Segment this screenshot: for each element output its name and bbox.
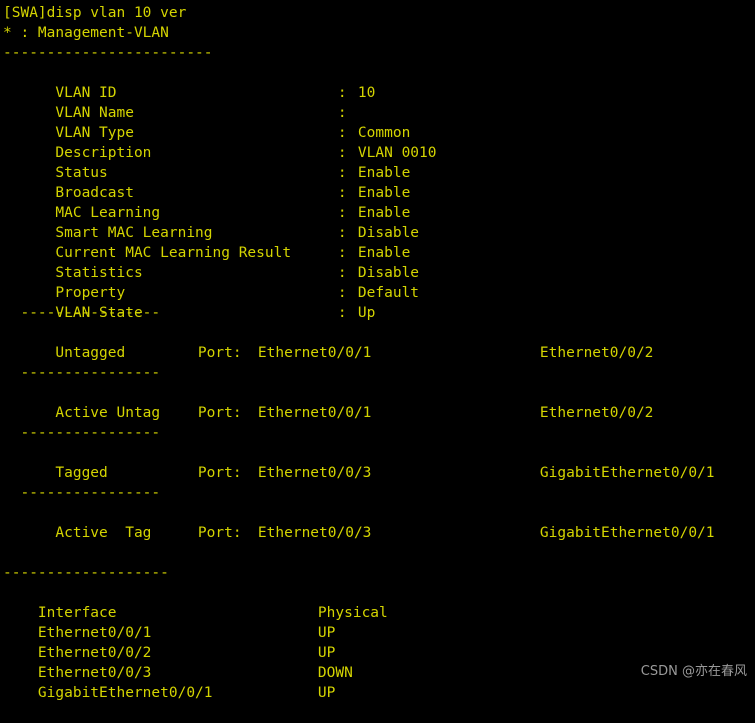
- tagged-ports-row: Tagged Port: Ethernet0/0/3 GigabitEthernet0…: [0, 443, 755, 481]
- vlan-property-separator: :: [337, 205, 347, 221]
- interface-table-header: Interface Physical: [0, 583, 755, 621]
- port-entry: Ethernet0/0/3: [257, 465, 372, 481]
- port-tag-label: Port:: [197, 525, 242, 541]
- active-untagged-ports-row: Active Untag Port: Ethernet0/0/1 Ethernet0/…: [0, 383, 755, 421]
- vlan-property-separator: :: [337, 225, 347, 241]
- interface-physical-state: UP: [317, 685, 336, 701]
- vlan-property-key: Current MAC Learning Result: [37, 245, 292, 261]
- vlan-property-value: Enable: [357, 205, 411, 221]
- port-tag-label: Port:: [197, 345, 242, 361]
- port-entry: Ethernet0/0/2: [539, 345, 654, 361]
- active-tagged-ports-row: Active Tag Port: Ethernet0/0/3 GigabitEther…: [0, 503, 755, 541]
- separator-bottom: -------------------: [3, 565, 169, 581]
- port-tag-label: Port:: [197, 405, 242, 421]
- vlan-property-separator: :: [337, 285, 347, 301]
- vlan-property-key: Status: [37, 165, 108, 181]
- separator-active-tagged: ----------------: [3, 485, 161, 501]
- vlan-property-value: Default: [357, 285, 420, 301]
- port-entry: GigabitEthernet0/0/1: [539, 465, 715, 481]
- terminal-output[interactable]: [SWA]disp vlan 10 ver * : Management-VLA…: [0, 0, 755, 701]
- vlan-property-value: 10: [357, 85, 376, 101]
- interface-physical-state: UP: [317, 625, 336, 641]
- separator-top: ------------------------: [3, 45, 213, 61]
- vlan-property-value: Enable: [357, 185, 411, 201]
- interface-name: Ethernet0/0/2: [37, 645, 152, 661]
- vlan-property-separator: :: [337, 265, 347, 281]
- port-tag-label: Port:: [197, 465, 242, 481]
- interface-physical-state: UP: [317, 645, 336, 661]
- vlan-property-value: VLAN 0010: [357, 145, 437, 161]
- vlan-property-key: MAC Learning: [37, 205, 161, 221]
- port-entry: Ethernet0/0/2: [539, 405, 654, 421]
- separator-untagged: ----------------: [3, 305, 161, 321]
- vlan-property-separator: :: [337, 165, 347, 181]
- vlan-property-key: Broadcast: [37, 185, 134, 201]
- vlan-property-value: Common: [357, 125, 411, 141]
- vlan-property-value: Enable: [357, 245, 411, 261]
- vlan-property-separator: :: [337, 85, 347, 101]
- vlan-property-separator: :: [337, 305, 347, 321]
- vlan-property-separator: :: [337, 105, 347, 121]
- port-block-label: Tagged: [37, 465, 108, 481]
- column-header-physical: Physical: [317, 605, 388, 621]
- vlan-property-separator: :: [337, 185, 347, 201]
- management-vlan-legend: * : Management-VLAN: [3, 25, 169, 41]
- column-header-interface: Interface: [37, 605, 117, 621]
- port-block-label: Active Tag: [37, 525, 152, 541]
- vlan-property-value: Up: [357, 305, 376, 321]
- vlan-property-value: Enable: [357, 165, 411, 181]
- command-prompt-line: [SWA]disp vlan 10 ver: [3, 5, 187, 21]
- vlan-property-key: VLAN Type: [37, 125, 134, 141]
- port-block-label: Untagged: [37, 345, 126, 361]
- vlan-property-value: Disable: [357, 225, 420, 241]
- separator-tagged: ----------------: [3, 425, 161, 441]
- vlan-property-row: VLAN ID:10: [0, 63, 755, 101]
- port-entry: Ethernet0/0/3: [257, 525, 372, 541]
- port-block-label: Active Untag: [37, 405, 161, 421]
- separator-active-untagged: ----------------: [3, 365, 161, 381]
- vlan-property-key: Description: [37, 145, 152, 161]
- interface-name: GigabitEthernet0/0/1: [37, 685, 213, 701]
- vlan-property-key: Smart MAC Learning: [37, 225, 213, 241]
- port-entry: Ethernet0/0/1: [257, 405, 372, 421]
- port-entry: Ethernet0/0/1: [257, 345, 372, 361]
- vlan-property-separator: :: [337, 245, 347, 261]
- vlan-property-value: Disable: [357, 265, 420, 281]
- interface-name: Ethernet0/0/1: [37, 625, 152, 641]
- vlan-property-key: Statistics: [37, 265, 143, 281]
- port-entry: GigabitEthernet0/0/1: [539, 525, 715, 541]
- interface-physical-state: DOWN: [317, 665, 353, 681]
- vlan-property-key: Property: [37, 285, 126, 301]
- interface-name: Ethernet0/0/3: [37, 665, 152, 681]
- untagged-ports-row: Untagged Port: Ethernet0/0/1 Ethernet0/0/2: [0, 323, 755, 361]
- vlan-property-key: VLAN ID: [37, 85, 117, 101]
- vlan-property-separator: :: [337, 145, 347, 161]
- vlan-property-separator: :: [337, 125, 347, 141]
- vlan-property-key: VLAN Name: [37, 105, 134, 121]
